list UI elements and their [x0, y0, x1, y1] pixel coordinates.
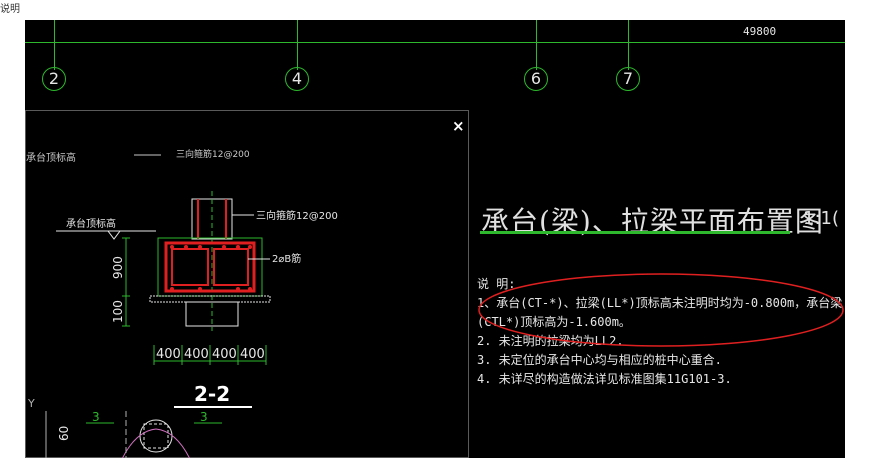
notes-line-4: 3. 未定位的承台中心均与相应的桩中心重合. — [477, 353, 722, 367]
rebar-dot — [170, 287, 174, 291]
cap-rebar-cage — [164, 241, 256, 293]
lower-pile-circle — [139, 419, 173, 453]
drawing-title: 承台(梁)、拉梁平面布置图 — [481, 205, 824, 238]
rebar-callout-1: 三向箍筋12@200 — [256, 209, 338, 222]
axis-line-6 — [536, 20, 537, 70]
rebar-dot — [198, 245, 202, 249]
section-drawing: 承台顶标高 三向箍筋12@200 承台顶标高 三向箍筋12@200 2⌀B筋 9… — [26, 148, 338, 458]
lower-num-3b: 3 — [200, 410, 208, 424]
axis-bubble-6: 6 — [524, 67, 548, 91]
highlight-ellipse — [478, 273, 844, 347]
rebar-dot — [184, 245, 188, 249]
cad-canvas[interactable]: 49800 2 4 6 7 × 承台顶标高 三向箍筋12@200 承台顶标高 三… — [25, 20, 845, 458]
axis-y-label: Y — [27, 397, 35, 410]
lower-pile-square — [143, 423, 169, 449]
dimension-49800: 49800 — [743, 25, 777, 38]
width-dim-1: 400 — [156, 347, 181, 362]
rebar-dot — [236, 287, 240, 291]
rebar-dot — [170, 245, 174, 249]
cap-stirrup-right — [213, 248, 249, 286]
elevation-triangle — [107, 230, 121, 240]
width-dim-2: 400 — [184, 347, 209, 362]
axis-bubble-4: 4 — [285, 67, 309, 91]
axis-bubble-2: 2 — [42, 67, 66, 91]
title-underline — [480, 231, 790, 234]
axis-line-4 — [297, 20, 298, 70]
drawing-scale: 1:1( — [803, 208, 839, 229]
lower-num-3a: 3 — [92, 410, 100, 424]
axis-line-2 — [54, 20, 55, 70]
elevation-label: 承台顶标高 — [66, 217, 116, 230]
rebar-callout-2: 2⌀B筋 — [272, 252, 301, 265]
top-left-label: 承台顶标高 — [26, 151, 76, 164]
dimension-100: 100 — [111, 300, 125, 323]
grid-dimension-line — [25, 42, 845, 43]
lower-curve — [121, 428, 191, 458]
width-dim-4: 400 — [240, 347, 265, 362]
dimension-60: 60 — [57, 426, 71, 441]
bedding-layer — [149, 295, 271, 303]
section-name: 2-2 — [194, 382, 230, 406]
corner-label: 说明 — [0, 4, 20, 15]
rebar-dot — [248, 245, 252, 249]
top-rebar-label: 三向箍筋12@200 — [176, 148, 250, 160]
notes-line-5: 4. 未详尽的构造做法详见标准图集11G101-3. — [477, 372, 732, 386]
rebar-dot — [248, 287, 252, 291]
rebar-dot — [222, 245, 226, 249]
width-dim-3: 400 — [212, 347, 237, 362]
section-detail-popup[interactable]: × 承台顶标高 三向箍筋12@200 承台顶标高 三向箍筋12@200 2⌀B筋… — [25, 110, 469, 458]
axis-bubble-7: 7 — [616, 67, 640, 91]
axis-line-7 — [628, 20, 629, 70]
rebar-dot — [236, 245, 240, 249]
rebar-dot — [198, 287, 202, 291]
cap-stirrup-left — [171, 248, 209, 286]
dimension-900: 900 — [111, 256, 125, 279]
